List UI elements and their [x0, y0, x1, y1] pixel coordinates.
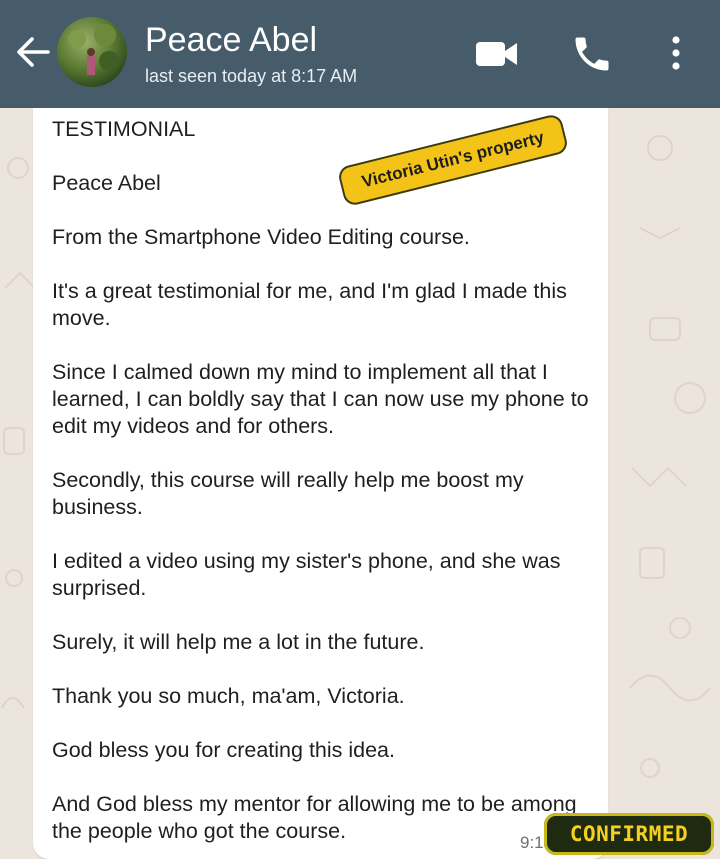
chat-header: Peace Abel last seen today at 8:17 AM — [0, 0, 720, 108]
confirmed-stamp: CONFIRMED — [544, 813, 714, 855]
back-arrow-icon[interactable] — [14, 30, 54, 74]
message-timestamp: 9:1 — [520, 833, 544, 852]
voice-call-icon[interactable] — [570, 32, 614, 76]
video-call-icon[interactable] — [474, 32, 520, 76]
more-options-icon[interactable] — [662, 32, 690, 76]
last-seen-status: last seen today at 8:17 AM — [145, 66, 358, 86]
contact-name[interactable]: Peace Abel — [145, 20, 317, 60]
avatar[interactable] — [57, 17, 127, 87]
message-text: TESTIMONIAL Peace Abel From the Smartpho… — [52, 117, 589, 843]
